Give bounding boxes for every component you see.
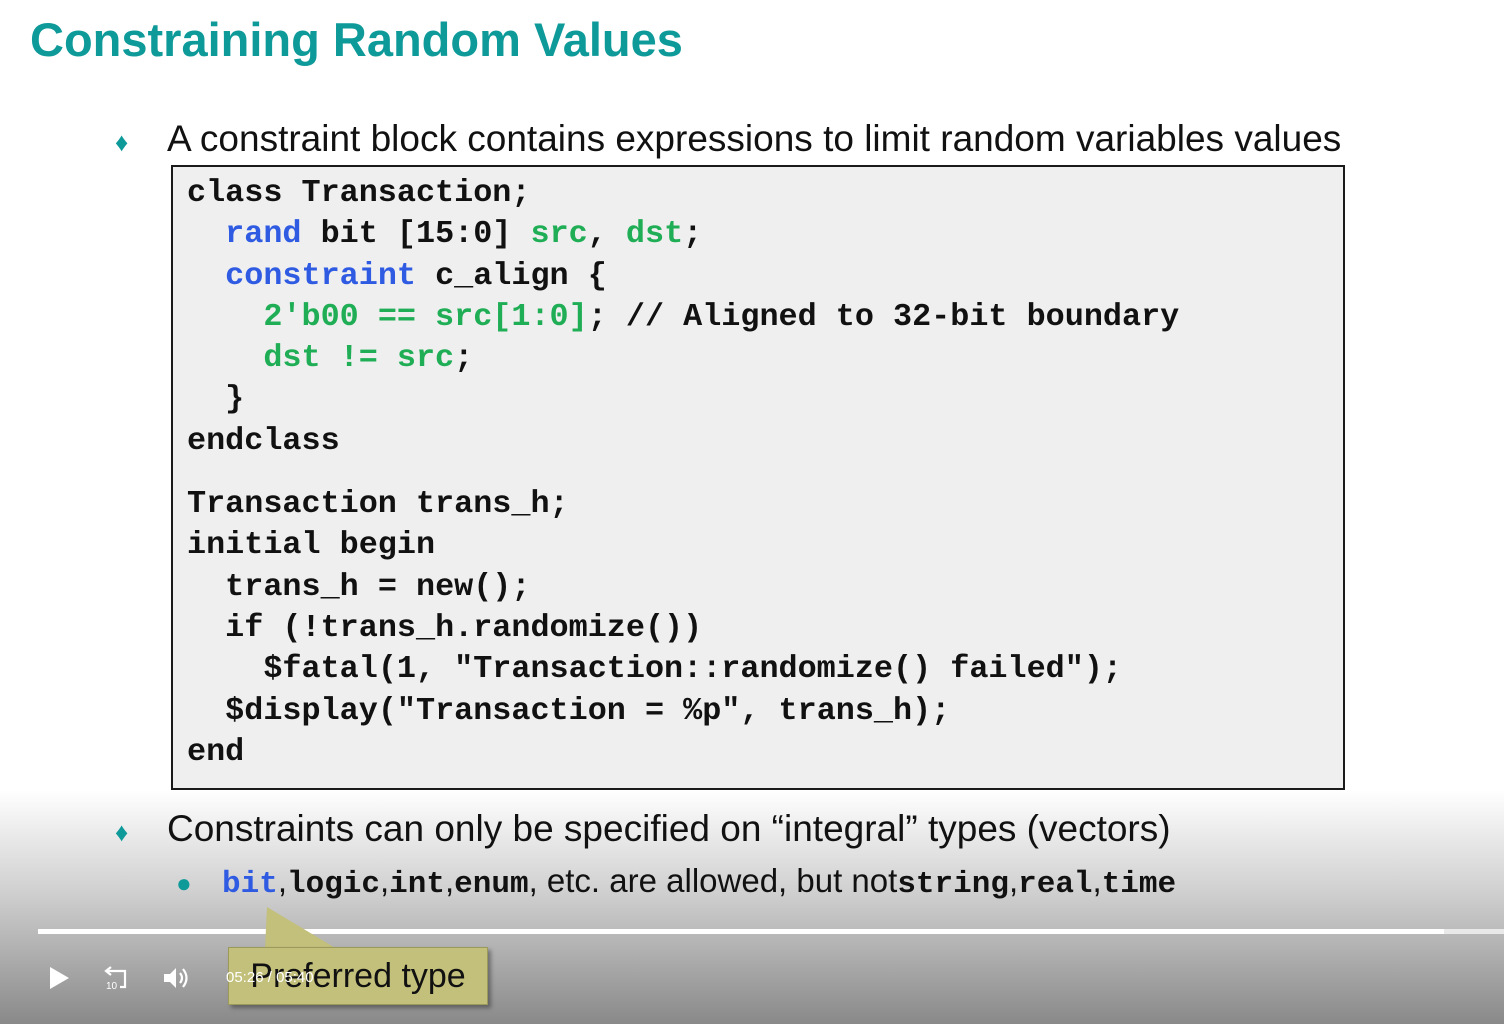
progress-fill — [38, 929, 1444, 934]
type-string: string — [897, 867, 1009, 902]
bullet-integral-types: ♦ Constraints can only be specified on “… — [115, 808, 1171, 850]
code-line: end — [187, 733, 245, 770]
current-time: 05:26 — [226, 969, 264, 986]
type-time: time — [1101, 867, 1177, 902]
svg-text:10: 10 — [106, 981, 118, 992]
bullet-constraint-block: ♦ A constraint block contains expression… — [115, 118, 1341, 160]
code-line: endclass — [187, 422, 340, 459]
bullet-text: Constraints can only be specified on “in… — [167, 808, 1171, 849]
diamond-bullet-icon: ♦ — [115, 817, 129, 847]
rewind-10-icon: 10 — [104, 966, 127, 992]
code-line: rand bit [15:0] src, dst; — [225, 216, 703, 253]
code-line: class Transaction; — [187, 175, 531, 211]
code-line: $fatal(1, "Transaction::randomize() fail… — [263, 651, 1122, 688]
code-line: dst != src; — [263, 340, 474, 377]
type-enum: enum — [454, 867, 529, 902]
code-line: } — [225, 381, 245, 418]
diamond-bullet-icon: ♦ — [115, 127, 129, 157]
slide-title: Constraining Random Values — [30, 13, 683, 66]
player-controls: 10 05:26 / 05:40 — [0, 955, 1504, 1003]
type-real: real — [1018, 867, 1093, 902]
volume-button[interactable] — [160, 963, 194, 993]
code-line: 2'b00 == src[1:0]; // Aligned to 32-bit … — [263, 298, 1180, 335]
code-line: trans_h = new(); — [225, 568, 531, 605]
play-button[interactable] — [44, 963, 74, 993]
duration: 05:40 — [276, 969, 314, 986]
type-int: int — [389, 867, 445, 902]
time-display: 05:26 / 05:40 — [226, 969, 314, 986]
code-line: if (!trans_h.randomize()) — [225, 609, 703, 646]
code-line: $display("Transaction = %p", trans_h); — [225, 692, 951, 729]
code-text: class Transaction; rand bit [15:0] src, … — [187, 173, 1179, 773]
callout-pointer — [265, 907, 337, 949]
code-line: Transaction trans_h; — [187, 486, 569, 523]
rewind-10-button[interactable]: 10 — [100, 963, 132, 993]
code-block: class Transaction; rand bit [15:0] src, … — [171, 165, 1345, 790]
code-line: initial begin — [187, 527, 436, 564]
sub-bullet-types: ● bit, logic, int, enum, etc. are allowe… — [176, 862, 1177, 902]
bullet-text: A constraint block contains expressions … — [167, 118, 1342, 159]
dot-bullet-icon: ● — [176, 868, 192, 898]
progress-bar[interactable] — [38, 929, 1504, 934]
volume-icon — [164, 968, 188, 988]
play-icon — [50, 967, 69, 989]
sub-bullet-middle-text: , etc. are allowed, but not — [528, 862, 898, 899]
type-bit: bit — [222, 867, 278, 902]
code-line: constraint c_align { — [225, 257, 607, 294]
type-logic: logic — [286, 867, 380, 902]
